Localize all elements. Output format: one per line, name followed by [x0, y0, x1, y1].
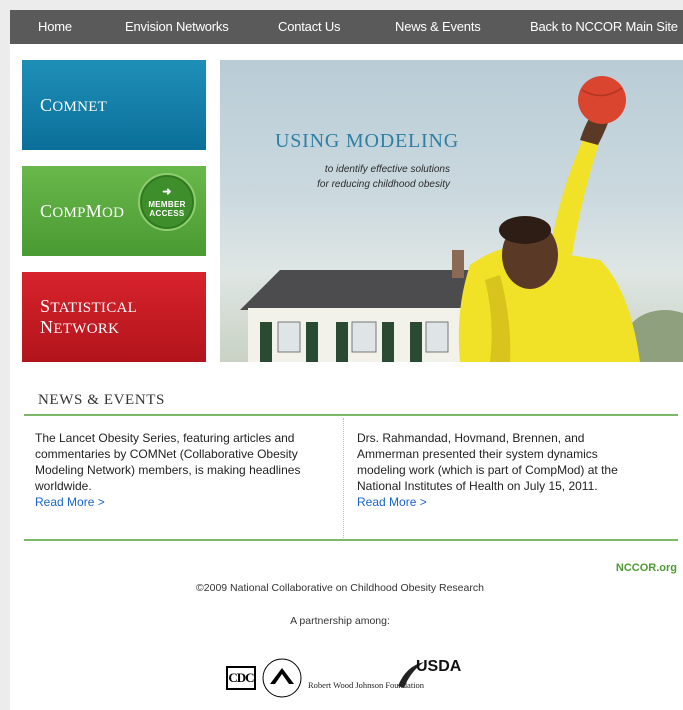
statistical-network-label: STATISTICAL NETWORK	[40, 296, 137, 337]
news-item-lancet-text: The Lancet Obesity Series, featuring art…	[35, 431, 301, 493]
news-bottom-rule	[24, 539, 678, 541]
nih-logo[interactable]	[262, 658, 302, 698]
hero-subtitle-line-1: to identify effective solutions	[324, 164, 450, 175]
nav-news-events[interactable]: News & Events	[395, 19, 481, 34]
news-divider	[343, 418, 344, 540]
nav-home[interactable]: Home	[38, 19, 72, 34]
comnet-label: COMNET	[40, 94, 108, 115]
news-events-heading: NEWS & EVENTS	[38, 392, 165, 408]
member-label-1: MEMBER	[148, 199, 186, 209]
nav-back-to-nccor[interactable]: Back to NCCOR Main Site	[530, 19, 678, 34]
nav-contact-us[interactable]: Contact Us	[278, 19, 341, 34]
news-item-nih-text: Drs. Rahmandad, Hovmand, Brennen, and Am…	[357, 431, 618, 493]
news-top-rule	[24, 414, 678, 416]
read-more-link-2[interactable]: Read More >	[357, 494, 647, 510]
hero-subtitle: to identify effective solutions for redu…	[300, 162, 450, 192]
comnet-tile[interactable]: COMNET	[22, 60, 206, 150]
compmod-label: COMPMOD	[40, 200, 125, 221]
nccor-link[interactable]: NCCOR.org	[616, 562, 677, 574]
arrow-right-icon: ➜	[162, 185, 172, 198]
member-access-button[interactable]: ➜ MEMBER ACCESS	[138, 173, 196, 231]
nih-seal-icon	[262, 658, 302, 698]
usda-logo[interactable]: USDA	[396, 654, 461, 694]
hero-photo	[240, 76, 683, 362]
statistical-network-tile[interactable]: STATISTICAL NETWORK	[22, 272, 206, 362]
cdc-logo[interactable]: CDC	[226, 666, 256, 690]
page-content: COMNET COMPMOD ➜ MEMBER ACCESS STATISTIC…	[10, 44, 683, 710]
news-item-nih: Drs. Rahmandad, Hovmand, Brennen, and Am…	[357, 430, 647, 510]
member-label-2: ACCESS	[149, 208, 185, 218]
hero-subtitle-line-2: for reducing childhood obesity	[317, 179, 450, 190]
read-more-link-1[interactable]: Read More >	[35, 494, 325, 510]
hero-banner: USING MODELING to identify effective sol…	[220, 60, 683, 362]
partner-logos: CDC Robert Wood Johnson Foundation USDA	[226, 654, 486, 698]
compmod-tile[interactable]: COMPMOD ➜ MEMBER ACCESS	[22, 166, 206, 256]
hero-title: USING MODELING	[275, 130, 459, 152]
partnership-text: A partnership among:	[290, 615, 390, 627]
copyright-text: ©2009 National Collaborative on Childhoo…	[196, 582, 484, 594]
nav-envision-networks[interactable]: Envision Networks	[125, 19, 229, 34]
news-item-lancet: The Lancet Obesity Series, featuring art…	[35, 430, 325, 510]
top-nav: Home Envision Networks Contact Us News &…	[10, 10, 683, 44]
